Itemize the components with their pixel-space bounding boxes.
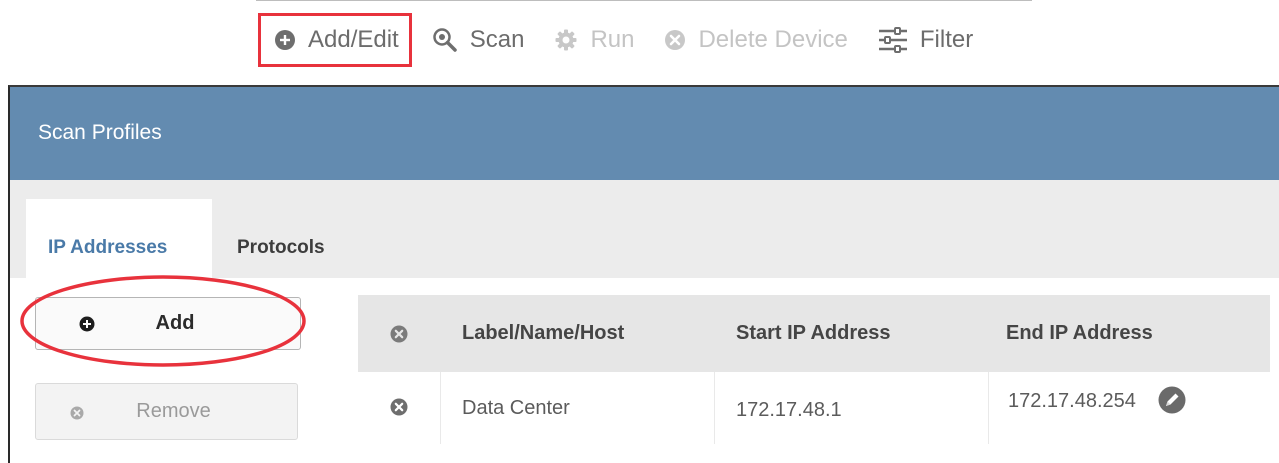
scan-button[interactable]: Scan — [432, 15, 525, 65]
column-header-end-ip[interactable]: End IP Address — [1006, 322, 1153, 345]
run-button[interactable]: Run — [554, 15, 634, 65]
tab-ip-addresses-label: IP Addresses — [48, 237, 168, 258]
add-button[interactable]: Add — [35, 297, 301, 350]
column-header-label[interactable]: Label/Name/Host — [462, 322, 624, 345]
column-divider — [714, 372, 715, 444]
column-divider — [988, 372, 989, 444]
add-button-label: Add — [155, 312, 195, 334]
remove-all-icon[interactable] — [390, 325, 408, 348]
column-header-start-ip[interactable]: Start IP Address — [736, 322, 891, 345]
table-row[interactable]: Data Center 172.17.48.1 172.17.48.254 — [358, 372, 1270, 463]
plus-circle-icon — [274, 29, 296, 51]
delete-device-label: Delete Device — [698, 26, 848, 53]
tab-protocols[interactable]: Protocols — [237, 237, 325, 259]
cell-label: Data Center — [462, 397, 570, 419]
toolbar: Add/Edit Scan Run Delete Device Filter — [258, 13, 1003, 67]
panel-header: Scan Profiles — [10, 87, 1279, 180]
delete-device-button[interactable]: Delete Device — [664, 15, 848, 65]
remove-button[interactable]: Remove — [35, 383, 298, 440]
delete-row-icon[interactable] — [390, 398, 408, 421]
run-label: Run — [590, 26, 635, 53]
remove-button-label: Remove — [136, 400, 211, 422]
tabs-bar: IP Addresses Protocols — [10, 180, 1279, 278]
scan-profiles-panel: Scan Profiles IP Addresses Protocols Add… — [8, 85, 1279, 463]
table-header: Label/Name/Host Start IP Address End IP … — [358, 295, 1270, 372]
magnify-icon — [432, 27, 458, 53]
gear-icon — [554, 28, 578, 52]
toolbar-top-rule — [256, 0, 1032, 1]
scan-label: Scan — [469, 26, 525, 53]
cell-start-ip: 172.17.48.1 — [736, 399, 842, 421]
tab-ip-addresses[interactable]: IP Addresses — [26, 199, 212, 278]
edit-pencil-icon[interactable] — [1158, 386, 1186, 419]
add-edit-label: Add/Edit — [308, 26, 399, 53]
x-circle-icon — [664, 29, 686, 51]
column-divider — [440, 372, 441, 444]
sliders-icon — [878, 27, 908, 53]
panel-title: Scan Profiles — [38, 121, 162, 144]
add-edit-button[interactable]: Add/Edit — [258, 13, 412, 67]
filter-label: Filter — [919, 26, 974, 53]
filter-button[interactable]: Filter — [878, 15, 973, 65]
cell-end-ip: 172.17.48.254 — [1008, 390, 1136, 412]
